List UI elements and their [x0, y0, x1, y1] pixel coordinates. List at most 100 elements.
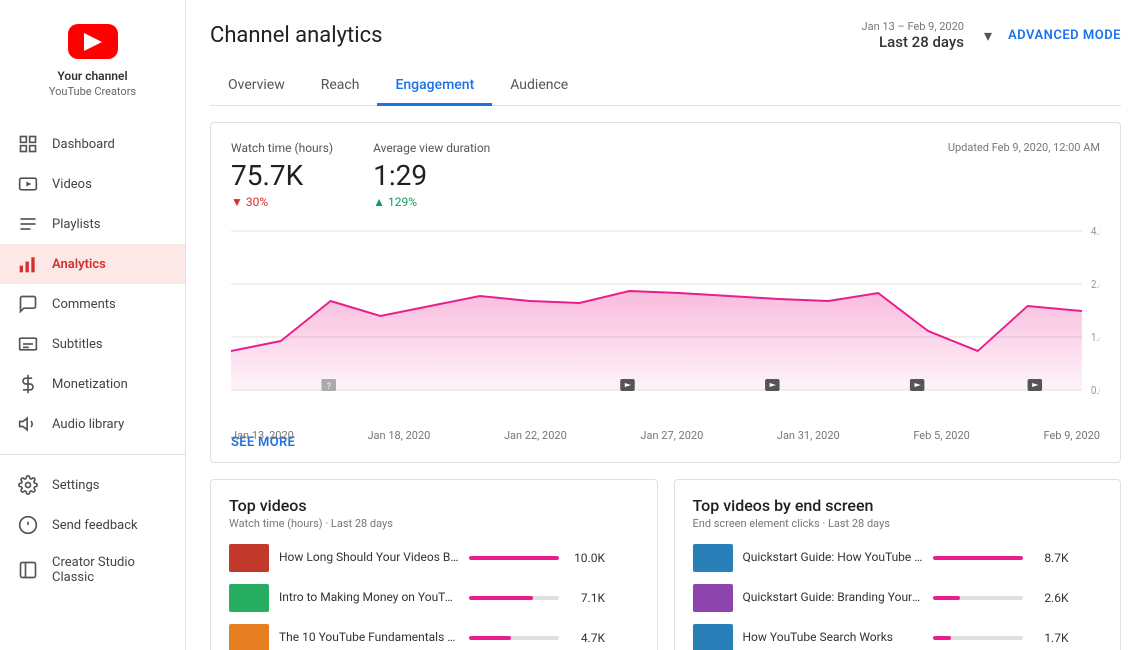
video-row: Intro to Making Money on YouTube 7.1K [229, 584, 639, 612]
bar-fill [469, 556, 559, 560]
video-count: 7.1K [569, 591, 605, 605]
sidebar: Your channel YouTube Creators Dashboard … [0, 0, 186, 650]
subtitles-icon [18, 334, 38, 354]
sidebar-item-subtitles[interactable]: Subtitles [0, 324, 185, 364]
bar-container [933, 596, 1023, 600]
video-count: 8.7K [1033, 551, 1069, 565]
feedback-icon [18, 515, 38, 535]
x-label-4: Jan 27, 2020 [640, 429, 703, 442]
video-row: The 10 YouTube Fundamentals (ft. Matt Ko… [229, 624, 639, 650]
video-count: 4.7K [569, 631, 605, 645]
thumb-placeholder [229, 544, 269, 572]
bar-fill [933, 596, 960, 600]
svg-text:0.0: 0.0 [1091, 384, 1100, 398]
sidebar-item-videos[interactable]: Videos [0, 164, 185, 204]
classic-icon [18, 560, 38, 580]
video-thumbnail [693, 624, 733, 650]
video-row: How YouTube Search Works 1.7K [693, 624, 1103, 650]
thumb-placeholder [229, 624, 269, 650]
monetization-icon [18, 374, 38, 394]
sidebar-item-settings[interactable]: Settings [0, 465, 185, 505]
bar-track [469, 636, 559, 640]
bar-fill [469, 636, 511, 640]
sidebar-item-feedback[interactable]: Send feedback [0, 505, 185, 545]
date-range-label: Jan 13 – Feb 9, 2020 Last 28 days [862, 20, 964, 51]
video-title: How YouTube Search Works [743, 630, 923, 646]
sidebar-item-classic[interactable]: Creator Studio Classic [0, 545, 185, 595]
video-row: Quickstart Guide: How YouTube Works | Ep… [693, 544, 1103, 572]
main-header: Channel analytics Jan 13 – Feb 9, 2020 L… [210, 20, 1121, 51]
chart-container: 4.2K 2.8K 1.4K 0.0 [231, 221, 1100, 421]
top-videos-card: Top videos Watch time (hours) · Last 28 … [210, 479, 658, 650]
audio-icon [18, 414, 38, 434]
video-title: Intro to Making Money on YouTube [279, 590, 459, 606]
main-content: Channel analytics Jan 13 – Feb 9, 2020 L… [186, 0, 1145, 650]
x-label-7: Feb 9, 2020 [1043, 429, 1100, 442]
watch-time-metric: Watch time (hours) 75.7K ▼ 30% [231, 141, 333, 209]
chevron-down-icon[interactable]: ▾ [984, 26, 992, 45]
tab-engagement[interactable]: Engagement [377, 67, 492, 106]
top-videos-subtitle: Watch time (hours) · Last 28 days [229, 517, 639, 530]
top-videos-end-screen-card: Top videos by end screen End screen elem… [674, 479, 1122, 650]
thumb-placeholder [693, 544, 733, 572]
sidebar-item-playlists[interactable]: Playlists [0, 204, 185, 244]
svg-text:?: ? [327, 382, 331, 392]
sidebar-item-audio[interactable]: Audio library [0, 404, 185, 444]
video-title: Quickstart Guide: How YouTube Works | Ep… [743, 550, 923, 566]
video-row: How Long Should Your Videos Be? 10.0K [229, 544, 639, 572]
sidebar-logo: Your channel YouTube Creators [0, 0, 185, 114]
bar-fill [933, 636, 951, 640]
video-thumbnail [229, 584, 269, 612]
thumb-placeholder [693, 624, 733, 650]
sidebar-item-dashboard[interactable]: Dashboard [0, 124, 185, 164]
date-range-big: Last 28 days [879, 33, 964, 51]
channel-name: Your channel [57, 69, 127, 83]
bar-container [469, 596, 559, 600]
x-label-1: Jan 13, 2020 [231, 429, 294, 442]
thumb-placeholder [229, 584, 269, 612]
sidebar-item-analytics[interactable]: Analytics [0, 244, 185, 284]
sidebar-item-monetization[interactable]: Monetization [0, 364, 185, 404]
bar-container [469, 556, 559, 560]
playlists-icon [18, 214, 38, 234]
video-title: The 10 YouTube Fundamentals (ft. Matt Ko… [279, 630, 459, 646]
bar-track [469, 596, 559, 600]
end-screen-title: Top videos by end screen [693, 496, 1103, 515]
sidebar-item-label: Monetization [52, 377, 128, 392]
svg-text:4.2K: 4.2K [1091, 225, 1100, 239]
analytics-chart: 4.2K 2.8K 1.4K 0.0 [231, 221, 1100, 421]
watch-time-label: Watch time (hours) [231, 141, 333, 155]
video-count: 1.7K [1033, 631, 1069, 645]
tab-reach[interactable]: Reach [303, 67, 378, 106]
sidebar-item-comments[interactable]: Comments [0, 284, 185, 324]
sidebar-nav: Dashboard Videos Playlists Analytics Com… [0, 124, 185, 640]
video-thumbnail [693, 544, 733, 572]
avg-view-value: 1:29 [373, 159, 490, 192]
sidebar-item-label: Dashboard [52, 137, 115, 152]
svg-text:1.4K: 1.4K [1091, 331, 1100, 345]
videos-icon [18, 174, 38, 194]
dashboard-icon [18, 134, 38, 154]
avg-view-change: ▲ 129% [373, 195, 490, 209]
settings-icon [18, 475, 38, 495]
video-thumbnail [229, 544, 269, 572]
youtube-logo-icon [68, 24, 118, 59]
bar-container [469, 636, 559, 640]
video-title: How Long Should Your Videos Be? [279, 550, 459, 566]
x-label-6: Feb 5, 2020 [913, 429, 970, 442]
sidebar-item-label: Comments [52, 297, 116, 312]
sidebar-item-label: Audio library [52, 417, 124, 432]
advanced-mode-button[interactable]: ADVANCED MODE [1008, 28, 1121, 43]
x-label-5: Jan 31, 2020 [777, 429, 840, 442]
bar-container [933, 556, 1023, 560]
tab-audience[interactable]: Audience [492, 67, 586, 106]
sidebar-item-label: Creator Studio Classic [52, 555, 167, 585]
up-arrow-icon: ▲ [373, 195, 385, 209]
tab-overview[interactable]: Overview [210, 67, 303, 106]
comments-icon [18, 294, 38, 314]
metrics-row: Watch time (hours) 75.7K ▼ 30% Average v… [231, 141, 1100, 209]
updated-text: Updated Feb 9, 2020, 12:00 AM [948, 141, 1100, 154]
svg-text:2.8K: 2.8K [1091, 278, 1100, 292]
bar-track [933, 556, 1023, 560]
video-title: Quickstart Guide: Branding Your Channel … [743, 590, 923, 606]
